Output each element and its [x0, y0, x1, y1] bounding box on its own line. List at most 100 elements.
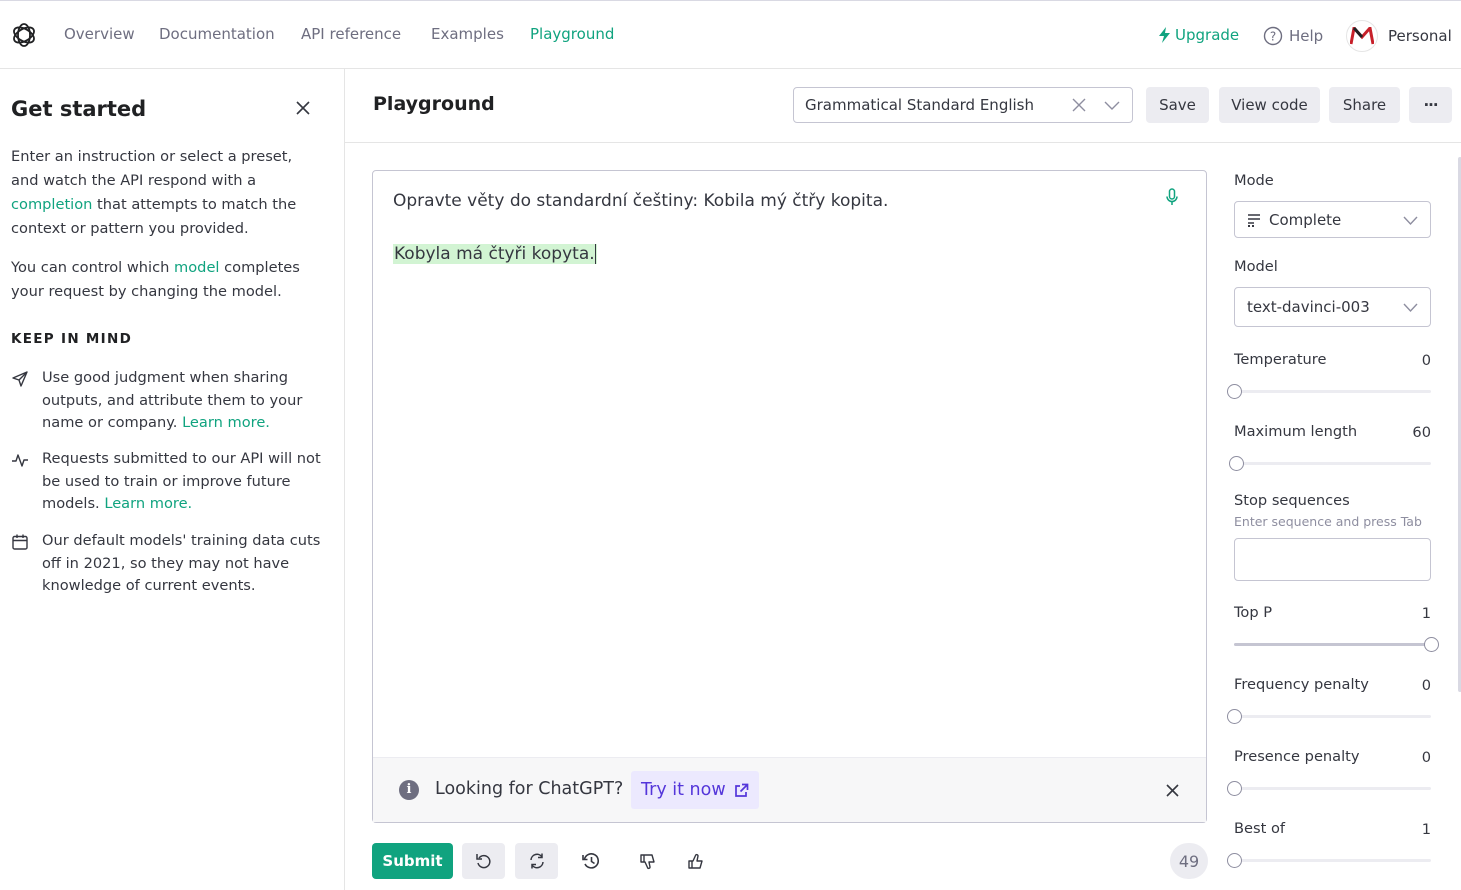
regenerate-button[interactable]: [515, 843, 558, 879]
text-caret: [594, 244, 596, 264]
send-icon: [12, 371, 28, 387]
mode-value: Complete: [1269, 210, 1342, 229]
panel-title: Get started: [11, 97, 147, 121]
info-icon: i: [399, 780, 419, 800]
presence-penalty-slider[interactable]: [1226, 781, 1431, 796]
mode-select[interactable]: Complete: [1234, 201, 1431, 238]
top-nav: Overview Documentation API reference Exa…: [0, 0, 1461, 69]
help-link[interactable]: ? Help: [1263, 26, 1323, 46]
account-label: Personal: [1388, 27, 1452, 45]
close-banner-icon[interactable]: [1166, 784, 1179, 797]
help-label: Help: [1289, 27, 1324, 45]
best-of-slider-thumb[interactable]: [1226, 853, 1242, 868]
close-icon[interactable]: [294, 99, 312, 117]
header-divider: [345, 142, 1461, 143]
model-label: Model: [1234, 258, 1278, 275]
upgrade-link[interactable]: Upgrade: [1158, 26, 1239, 44]
history-button[interactable]: [569, 843, 612, 879]
thumbs-up-icon: [688, 853, 703, 869]
external-link-icon: [734, 783, 748, 797]
preset-select[interactable]: Grammatical Standard English: [793, 87, 1133, 123]
model-value: text-davinci-003: [1247, 298, 1370, 316]
prompt-editor[interactable]: Opravte věty do standardní češtiny: Kobi…: [372, 170, 1207, 823]
thumbs-down-button[interactable]: [626, 843, 669, 879]
prompt-text[interactable]: Opravte věty do standardní češtiny: Kobi…: [393, 191, 888, 211]
nav-documentation[interactable]: Documentation: [159, 25, 275, 43]
avatar: [1346, 20, 1378, 52]
best-of-value[interactable]: 1: [1422, 821, 1431, 838]
history-icon: [581, 853, 599, 869]
thumbs-up-button[interactable]: [674, 843, 717, 879]
top-p-value[interactable]: 1: [1422, 605, 1431, 622]
svg-text:?: ?: [1270, 30, 1276, 44]
mode-label: Mode: [1234, 172, 1274, 189]
stop-sequences-hint: Enter sequence and press Tab: [1234, 514, 1422, 529]
tip-training-text: Requests submitted to our API will not b…: [42, 448, 322, 516]
clear-icon[interactable]: [1072, 98, 1086, 112]
intro-text: Enter an instruction or select a preset,…: [11, 145, 321, 241]
chatgpt-banner: i Looking for ChatGPT? Try it now: [373, 757, 1206, 822]
best-of-slider[interactable]: [1226, 853, 1431, 868]
lightning-icon: [1159, 27, 1170, 43]
refresh-icon: [529, 853, 544, 869]
completion-link[interactable]: completion: [11, 196, 92, 213]
max-length-value[interactable]: 60: [1412, 424, 1431, 441]
more-options-button[interactable]: ···: [1409, 87, 1452, 123]
intro-text-start: Enter an instruction or select a preset,…: [11, 148, 293, 189]
chevron-down-icon: [1403, 303, 1418, 313]
top-p-slider[interactable]: [1234, 637, 1439, 652]
submit-button[interactable]: Submit: [372, 843, 453, 879]
best-of-label: Best of: [1234, 820, 1286, 837]
frequency-penalty-label: Frequency penalty: [1234, 676, 1369, 693]
top-p-slider-thumb[interactable]: [1423, 637, 1439, 652]
stop-sequences-input[interactable]: [1234, 538, 1431, 581]
nav-overview[interactable]: Overview: [64, 25, 135, 43]
playground-main: Playground Grammatical Standard English …: [345, 69, 1461, 890]
frequency-penalty-slider-thumb[interactable]: [1226, 709, 1242, 724]
stop-sequences-label: Stop sequences: [1234, 492, 1350, 509]
nav-examples[interactable]: Examples: [431, 25, 504, 43]
undo-button[interactable]: [462, 843, 505, 879]
max-length-slider-thumb[interactable]: [1229, 456, 1245, 471]
frequency-penalty-value[interactable]: 0: [1422, 677, 1431, 694]
try-it-now-label: Try it now: [641, 780, 726, 800]
frequency-penalty-slider[interactable]: [1226, 709, 1431, 724]
share-button[interactable]: Share: [1329, 87, 1400, 123]
temperature-slider[interactable]: [1226, 384, 1431, 399]
completion-text[interactable]: Kobyla má čtyři kopyta.: [393, 244, 597, 264]
chevron-down-icon: [1403, 216, 1418, 226]
presence-penalty-value[interactable]: 0: [1422, 749, 1431, 766]
learn-more-link-1[interactable]: Learn more.: [182, 414, 270, 431]
temperature-value[interactable]: 0: [1422, 352, 1431, 369]
microphone-icon[interactable]: [1164, 188, 1180, 206]
calendar-icon: [12, 534, 28, 550]
tip-cutoff-text: Our default models' training data cuts o…: [42, 532, 321, 594]
banner-message: Looking for ChatGPT?: [435, 779, 624, 799]
completion-value: Kobyla má čtyři kopyta.: [394, 244, 595, 264]
top-p-label: Top P: [1234, 604, 1273, 621]
nav-api-reference[interactable]: API reference: [301, 25, 401, 43]
keep-in-mind-heading: KEEP IN MIND: [11, 331, 133, 347]
presence-penalty-slider-thumb[interactable]: [1226, 781, 1242, 796]
max-length-slider[interactable]: [1229, 456, 1431, 471]
thumbs-down-icon: [640, 853, 655, 869]
try-it-now-link[interactable]: Try it now: [631, 771, 759, 809]
nav-playground[interactable]: Playground: [530, 25, 614, 43]
temperature-label: Temperature: [1234, 351, 1327, 368]
model-select[interactable]: text-davinci-003: [1234, 287, 1431, 327]
help-circle-icon: ?: [1263, 26, 1283, 46]
activity-icon: [12, 454, 28, 467]
preset-value: Grammatical Standard English: [805, 96, 1034, 114]
temperature-slider-thumb[interactable]: [1226, 384, 1242, 399]
page-title: Playground: [373, 93, 495, 115]
view-code-button[interactable]: View code: [1219, 87, 1320, 123]
openai-logo-icon[interactable]: [10, 21, 38, 49]
learn-more-link-2[interactable]: Learn more.: [104, 495, 192, 512]
presence-penalty-label: Presence penalty: [1234, 748, 1360, 765]
chevron-down-icon: [1104, 101, 1120, 110]
account-menu[interactable]: Personal: [1346, 20, 1452, 52]
save-button[interactable]: Save: [1146, 87, 1209, 123]
tip-sharing-text: Use good judgment when sharing outputs, …: [42, 367, 322, 435]
model-text: You can control which model completes yo…: [11, 256, 321, 304]
model-link[interactable]: model: [174, 259, 219, 276]
